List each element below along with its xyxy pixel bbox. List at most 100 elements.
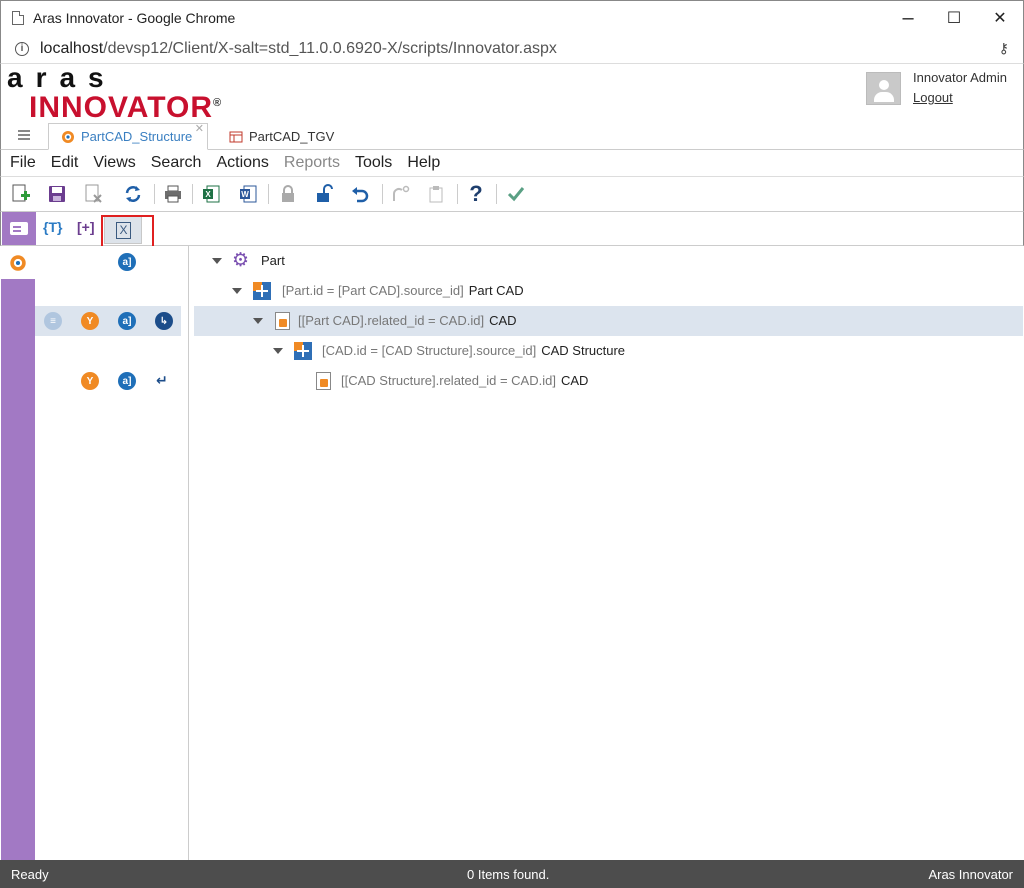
tree-node-condition: [[Part CAD].related_id = CAD.id] [298,313,485,328]
tree-node-label: CAD [560,373,589,388]
query-tree: ⚙ Part [Part.id = [Part CAD].source_id] P… [190,246,1023,860]
export-word-icon[interactable]: W [237,183,259,205]
menu-views[interactable]: Views [93,154,135,172]
alias-icon[interactable]: a] [118,253,136,271]
document-icon [316,372,331,390]
properties-view-button[interactable] [2,212,36,245]
refresh-icon[interactable] [122,183,144,205]
tree-node-label: CAD Structure [541,343,626,358]
lock-icon[interactable] [277,183,299,205]
tree-node[interactable]: ⚙ Part [190,246,1023,276]
svg-text:X: X [205,190,211,199]
filter-icon[interactable]: Y [81,312,99,330]
tree-node-condition: [[CAD Structure].related_id = CAD.id] [341,373,556,388]
query-definition-icon [10,255,26,271]
export-excel-icon[interactable]: X [200,183,222,205]
minimize-button[interactable]: – [885,1,931,35]
user-name: Innovator Admin [913,70,1007,85]
parameters-button[interactable]: {T} [43,219,62,235]
tree-node[interactable]: [Part.id = [Part CAD].source_id] Part CAD [190,276,1023,306]
tab-label: PartCAD_TGV [249,129,335,144]
expand-toggle-icon[interactable] [232,288,242,294]
tab-partcad-structure[interactable]: PartCAD_Structure ✕ [48,123,208,150]
clipboard-icon[interactable] [425,183,447,205]
browser-title-bar: Aras Innovator - Google Chrome – ☐ ✕ [0,0,1024,34]
status-app-name: Aras Innovator [928,867,1013,882]
unlock-icon[interactable] [313,183,335,205]
menu-edit[interactable]: Edit [51,154,79,172]
maximize-button[interactable]: ☐ [931,1,977,35]
alias-icon[interactable]: a] [118,312,136,330]
key-icon[interactable]: ⚷ [999,40,1009,57]
tree-node-label: Part CAD [468,283,524,298]
tab-label: PartCAD_Structure [81,129,193,144]
document-icon [275,312,290,330]
aras-innovator-logo: aras INNOVATOR® [7,62,223,124]
window-controls: – ☐ ✕ [885,1,1023,35]
page-icon [12,10,24,25]
side-nav-item[interactable] [1,246,35,279]
toolbar-divider [268,184,269,204]
menu-file[interactable]: File [10,154,36,172]
reference-icon[interactable]: ↳ [155,312,173,330]
side-nav-strip [1,246,35,860]
window-title: Aras Innovator - Google Chrome [33,9,236,26]
tree-node-label: Part [261,253,285,268]
main-toolbar: X W ? [0,177,1024,212]
delete-button[interactable] [83,183,105,205]
tree-node[interactable]: [[CAD Structure].related_id = CAD.id] CAD [190,366,1023,396]
toolbar-divider [382,184,383,204]
status-text: Ready [11,867,49,882]
tab-partcad-tgv[interactable]: PartCAD_TGV [217,123,337,150]
menu-actions[interactable]: Actions [216,154,268,172]
tree-node-condition: [Part.id = [Part CAD].source_id] [282,283,464,298]
info-icon[interactable]: i [15,41,29,56]
expand-toggle-icon[interactable] [273,348,283,354]
menu-bar: File Edit Views Search Actions Reports T… [0,150,1024,177]
return-arrow-icon[interactable]: ↵ [156,372,168,389]
help-icon[interactable]: ? [465,181,487,206]
relationship-button[interactable]: [+] [77,219,95,235]
status-bar: Ready 0 Items found. Aras Innovator [0,860,1024,888]
tree-node-selected[interactable]: [[Part CAD].related_id = CAD.id] CAD [194,306,1023,336]
menu-help[interactable]: Help [407,154,440,172]
toolbar-divider [496,184,497,204]
toolbar-divider [154,184,155,204]
filter-icon[interactable]: Y [81,372,99,390]
avatar[interactable] [866,72,901,105]
app-header: aras INNOVATOR® Innovator Admin Logout [0,62,1024,124]
hamburger-menu-icon[interactable] [18,130,30,140]
new-item-button[interactable] [10,183,32,205]
tree-node-condition: [CAD.id = [CAD Structure].source_id] [322,343,537,358]
address-bar[interactable]: i localhost/devsp12/Client/X-salt=std_11… [0,34,1024,64]
query-definition-icon [62,130,74,143]
expand-toggle-icon[interactable] [212,258,222,264]
close-tab-icon[interactable]: ✕ [195,122,204,135]
property-icons-panel: a] ≡ Y a] ↳ Y a] ↵ [35,246,189,860]
menu-tools[interactable]: Tools [355,154,392,172]
view-toolbar: {T} [+] X [0,212,1024,253]
list-icon[interactable]: ≡ [44,312,62,330]
tree-node[interactable]: [CAD.id = [CAD Structure].source_id] CAD … [190,336,1023,366]
menu-reports[interactable]: Reports [284,154,340,172]
gear-icon: ⚙ [232,250,250,271]
promote-icon[interactable] [389,183,411,205]
menu-search[interactable]: Search [151,154,202,172]
undo-icon[interactable] [349,183,371,205]
alias-icon[interactable]: a] [118,372,136,390]
items-found-count: 0 Items found. [467,867,550,882]
url-text[interactable]: localhost/devsp12/Client/X-salt=std_11.0… [40,40,557,58]
relationship-icon [294,342,312,360]
tree-grid-view-icon [229,131,243,142]
save-button[interactable] [46,183,68,205]
logout-link[interactable]: Logout [913,90,953,105]
expand-toggle-icon[interactable] [253,318,263,324]
close-window-button[interactable]: ✕ [977,1,1023,35]
tree-node-label: CAD [489,313,517,328]
svg-text:W: W [241,190,249,199]
print-icon[interactable] [162,183,184,205]
relationship-icon [253,282,271,300]
tab-bar: PartCAD_Structure ✕ PartCAD_TGV [0,120,1024,150]
done-check-icon[interactable] [505,183,527,205]
toolbar-divider [192,184,193,204]
